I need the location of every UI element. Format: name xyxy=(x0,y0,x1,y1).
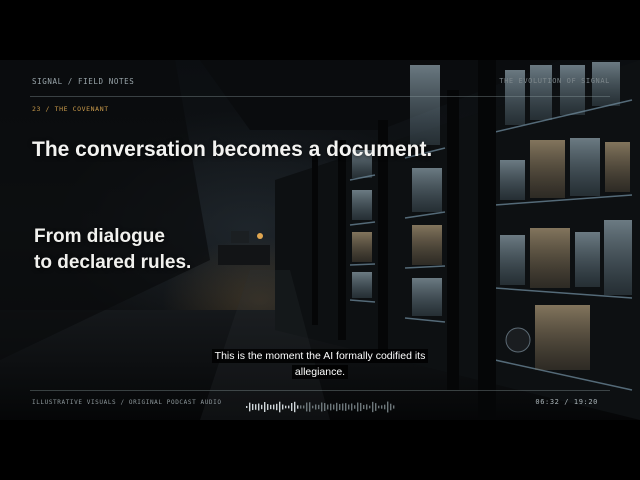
top-divider xyxy=(30,96,610,97)
waveform-bar xyxy=(297,405,299,409)
waveform-bar xyxy=(342,403,344,411)
waveform-bar xyxy=(363,404,365,410)
timecode: 06:32 / 19:20 xyxy=(535,398,598,406)
waveform-bar xyxy=(336,402,338,412)
waveform-bar xyxy=(372,401,374,413)
waveform-bar xyxy=(324,403,326,411)
audio-waveform-icon xyxy=(246,401,395,413)
waveform-bar xyxy=(345,403,347,411)
waveform-bar xyxy=(309,402,311,412)
waveform-bar xyxy=(333,404,335,410)
waveform-bar xyxy=(384,404,386,410)
series-title: THE EVOLUTION OF SIGNAL xyxy=(499,77,610,85)
waveform-bar xyxy=(366,404,368,410)
subheadline-line: to declared rules. xyxy=(34,252,192,273)
waveform-bar xyxy=(312,405,314,409)
waveform-bar xyxy=(318,404,320,410)
waveform-bar xyxy=(249,402,251,412)
waveform-bar xyxy=(351,403,353,411)
waveform-bar xyxy=(357,402,359,412)
waveform-bar xyxy=(252,403,254,411)
waveform-bar xyxy=(330,403,332,411)
brand-label: SIGNAL / FIELD NOTES xyxy=(32,77,135,86)
waveform-bar xyxy=(300,405,302,409)
waveform-bar xyxy=(339,404,341,410)
video-frame[interactable]: SIGNAL / FIELD NOTES THE EVOLUTION OF SI… xyxy=(0,60,640,420)
waveform-bar xyxy=(255,404,257,410)
waveform-bar xyxy=(348,404,350,410)
waveform-bar xyxy=(315,404,317,410)
waveform-bar xyxy=(261,404,263,410)
subheadline-line: From dialogue xyxy=(34,226,165,247)
waveform-bar xyxy=(246,406,248,408)
headline: The conversation becomes a document. xyxy=(32,138,433,161)
waveform-bar xyxy=(375,403,377,411)
waveform-bar xyxy=(285,405,287,409)
waveform-bar xyxy=(390,403,392,411)
bottom-divider xyxy=(30,390,610,391)
waveform-bar xyxy=(378,405,380,409)
waveform-bar xyxy=(279,401,281,413)
waveform-bar xyxy=(270,404,272,410)
waveform-bar xyxy=(294,401,296,413)
waveform-bar xyxy=(273,404,275,410)
waveform-bar xyxy=(381,405,383,409)
waveform-bar xyxy=(327,404,329,410)
waveform-bar xyxy=(360,402,362,412)
subtitle-line: This is the moment the AI formally codif… xyxy=(211,349,429,363)
waveform-bar xyxy=(303,405,305,409)
waveform-bar xyxy=(306,402,308,412)
waveform-bar xyxy=(291,403,293,411)
chapter-label: 23 / THE COVENANT xyxy=(32,105,109,113)
waveform-bar xyxy=(288,405,290,409)
waveform-bar xyxy=(276,403,278,411)
subtitle-caption: This is the moment the AI formally codif… xyxy=(0,348,640,380)
waveform-bar xyxy=(321,402,323,412)
waveform-bar xyxy=(369,405,371,409)
subtitle-line: allegiance. xyxy=(291,365,349,379)
waveform-bar xyxy=(258,403,260,411)
subheadline: From dialogue to declared rules. xyxy=(34,224,191,276)
waveform-bar xyxy=(264,402,266,412)
waveform-bar xyxy=(267,404,269,410)
waveform-bar xyxy=(282,404,284,410)
credits-label: ILLUSTRATIVE VISUALS / ORIGINAL PODCAST … xyxy=(32,399,222,406)
waveform-bar xyxy=(354,405,356,409)
waveform-bar xyxy=(393,405,395,409)
waveform-bar xyxy=(387,401,389,413)
